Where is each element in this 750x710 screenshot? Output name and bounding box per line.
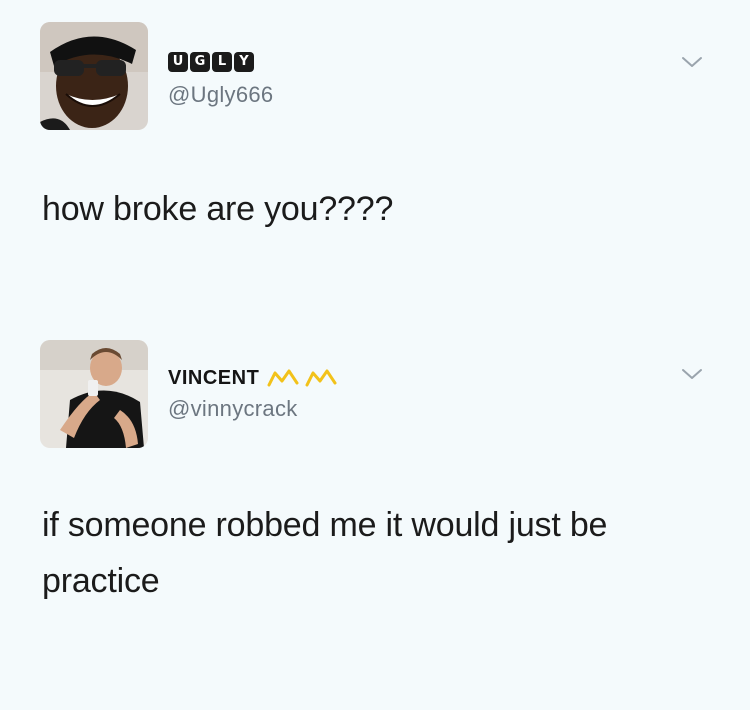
avatar[interactable] — [40, 340, 148, 448]
chevron-down-icon[interactable] — [680, 54, 704, 70]
display-name-letter: Y — [234, 52, 254, 72]
crown-icon — [267, 369, 339, 387]
tweet-text: if someone robbed me it would just be pr… — [42, 506, 608, 600]
display-name[interactable]: VINCENT — [168, 367, 259, 390]
display-name-letter: U — [168, 52, 188, 72]
display-name-letter: G — [190, 52, 210, 72]
crown-emoji-2 — [305, 369, 337, 387]
user-handle[interactable]: @vinnycrack — [168, 396, 298, 422]
chevron-down-icon[interactable] — [680, 366, 704, 382]
avatar[interactable] — [40, 22, 148, 130]
display-name-row: UGLY — [168, 47, 254, 77]
tweet-2: VINCENT @vinnycrack if someone robbed me… — [0, 330, 750, 710]
user-handle[interactable]: @Ugly666 — [168, 82, 273, 108]
profile-photo-icon — [40, 340, 148, 448]
display-name-letter: L — [212, 52, 232, 72]
profile-photo-icon — [40, 22, 148, 130]
display-name-row: VINCENT — [168, 363, 339, 393]
tweet-1: UGLY @Ugly666 how broke are you???? — [0, 0, 750, 300]
crown-emoji-1 — [267, 369, 299, 387]
tweet-text: how broke are you???? — [42, 190, 394, 228]
display-name[interactable]: UGLY — [168, 52, 254, 72]
